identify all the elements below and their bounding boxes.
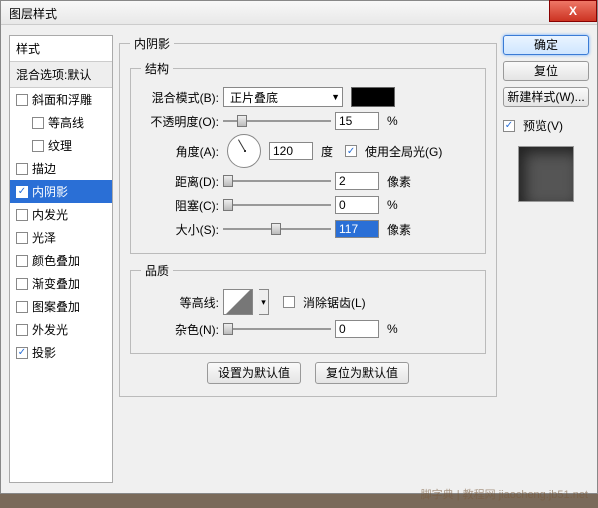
blend-mode-label: 混合模式(B): [141, 89, 219, 106]
checkbox-icon[interactable] [16, 255, 28, 267]
global-light-label: 使用全局光(G) [365, 143, 442, 160]
shadow-color-swatch[interactable] [351, 87, 395, 107]
choke-label: 阻塞(C): [141, 197, 219, 214]
titlebar: 图层样式 X [1, 1, 597, 25]
window-title: 图层样式 [9, 7, 57, 21]
checkbox-icon[interactable] [32, 117, 44, 129]
checkbox-icon[interactable] [16, 301, 28, 313]
structure-legend: 结构 [141, 60, 173, 77]
watermark: 脚字典 | 教程网 jiaocheng.jb51.net [421, 486, 588, 502]
style-list-header: 样式 [10, 36, 112, 62]
blend-options-item[interactable]: 混合选项:默认 [10, 62, 112, 88]
panel-title: 内阴影 [130, 35, 174, 52]
blend-mode-select[interactable]: 正片叠底 ▼ [223, 87, 343, 107]
style-list: 样式 混合选项:默认 斜面和浮雕 等高线 纹理 描边 ✓内阴影 内发光 光泽 颜… [9, 35, 113, 483]
distance-input[interactable]: 2 [335, 172, 379, 190]
noise-input[interactable]: 0 [335, 320, 379, 338]
settings-panel: 内阴影 结构 混合模式(B): 正片叠底 ▼ 不透明度(O): [119, 35, 497, 483]
contour-picker[interactable] [223, 289, 253, 315]
checkbox-icon[interactable] [16, 232, 28, 244]
sidebar-item-gradient-overlay[interactable]: 渐变叠加 [10, 272, 112, 295]
sidebar-item-bevel[interactable]: 斜面和浮雕 [10, 88, 112, 111]
checkbox-icon[interactable] [32, 140, 44, 152]
opacity-input[interactable]: 15 [335, 112, 379, 130]
noise-label: 杂色(N): [141, 321, 219, 338]
opacity-slider[interactable] [223, 113, 331, 129]
size-label: 大小(S): [141, 221, 219, 238]
contour-label: 等高线: [141, 294, 219, 311]
preview-thumbnail [518, 146, 574, 202]
opacity-label: 不透明度(O): [141, 113, 219, 130]
sidebar-item-color-overlay[interactable]: 颜色叠加 [10, 249, 112, 272]
sidebar-item-pattern-overlay[interactable]: 图案叠加 [10, 295, 112, 318]
sidebar-item-drop-shadow[interactable]: ✓投影 [10, 341, 112, 364]
checkbox-icon[interactable]: ✓ [16, 186, 28, 198]
checkbox-icon[interactable] [16, 209, 28, 221]
choke-slider[interactable] [223, 197, 331, 213]
global-light-checkbox[interactable]: ✓ [345, 145, 357, 157]
sidebar-item-outer-glow[interactable]: 外发光 [10, 318, 112, 341]
set-default-button[interactable]: 设置为默认值 [207, 362, 301, 384]
sidebar-item-contour[interactable]: 等高线 [10, 111, 112, 134]
sidebar-item-texture[interactable]: 纹理 [10, 134, 112, 157]
quality-group: 品质 等高线: ▾ 消除锯齿(L) 杂色(N): 0 % [130, 262, 486, 354]
sidebar-item-stroke[interactable]: 描边 [10, 157, 112, 180]
distance-slider[interactable] [223, 173, 331, 189]
ok-button[interactable]: 确定 [503, 35, 589, 55]
antialias-checkbox[interactable] [283, 296, 295, 308]
checkbox-icon[interactable] [16, 278, 28, 290]
checkbox-icon[interactable]: ✓ [16, 347, 28, 359]
cancel-button[interactable]: 复位 [503, 61, 589, 81]
sidebar-item-inner-glow[interactable]: 内发光 [10, 203, 112, 226]
size-slider[interactable] [223, 221, 331, 237]
sidebar-item-satin[interactable]: 光泽 [10, 226, 112, 249]
angle-dial[interactable] [227, 134, 261, 168]
dialog-body: 样式 混合选项:默认 斜面和浮雕 等高线 纹理 描边 ✓内阴影 内发光 光泽 颜… [1, 25, 597, 493]
choke-input[interactable]: 0 [335, 196, 379, 214]
right-buttons: 确定 复位 新建样式(W)... ✓ 预览(V) [503, 35, 589, 483]
chevron-down-icon: ▼ [331, 92, 340, 102]
preview-label: 预览(V) [523, 117, 563, 134]
quality-legend: 品质 [141, 262, 173, 279]
angle-input[interactable]: 120 [269, 142, 313, 160]
size-input[interactable]: 117 [335, 220, 379, 238]
distance-label: 距离(D): [141, 173, 219, 190]
contour-dropdown[interactable]: ▾ [259, 289, 269, 315]
panel-fieldset: 内阴影 结构 混合模式(B): 正片叠底 ▼ 不透明度(O): [119, 35, 497, 397]
angle-label: 角度(A): [141, 143, 219, 160]
checkbox-icon[interactable] [16, 94, 28, 106]
checkbox-icon[interactable] [16, 324, 28, 336]
sidebar-item-inner-shadow[interactable]: ✓内阴影 [10, 180, 112, 203]
layer-style-dialog: 图层样式 X 样式 混合选项:默认 斜面和浮雕 等高线 纹理 描边 ✓内阴影 内… [0, 0, 598, 494]
checkbox-icon[interactable] [16, 163, 28, 175]
close-button[interactable]: X [549, 0, 597, 22]
noise-slider[interactable] [223, 321, 331, 337]
structure-group: 结构 混合模式(B): 正片叠底 ▼ 不透明度(O): 15 % [130, 60, 486, 254]
new-style-button[interactable]: 新建样式(W)... [503, 87, 589, 107]
antialias-label: 消除锯齿(L) [303, 294, 366, 311]
reset-default-button[interactable]: 复位为默认值 [315, 362, 409, 384]
preview-checkbox[interactable]: ✓ [503, 120, 515, 132]
